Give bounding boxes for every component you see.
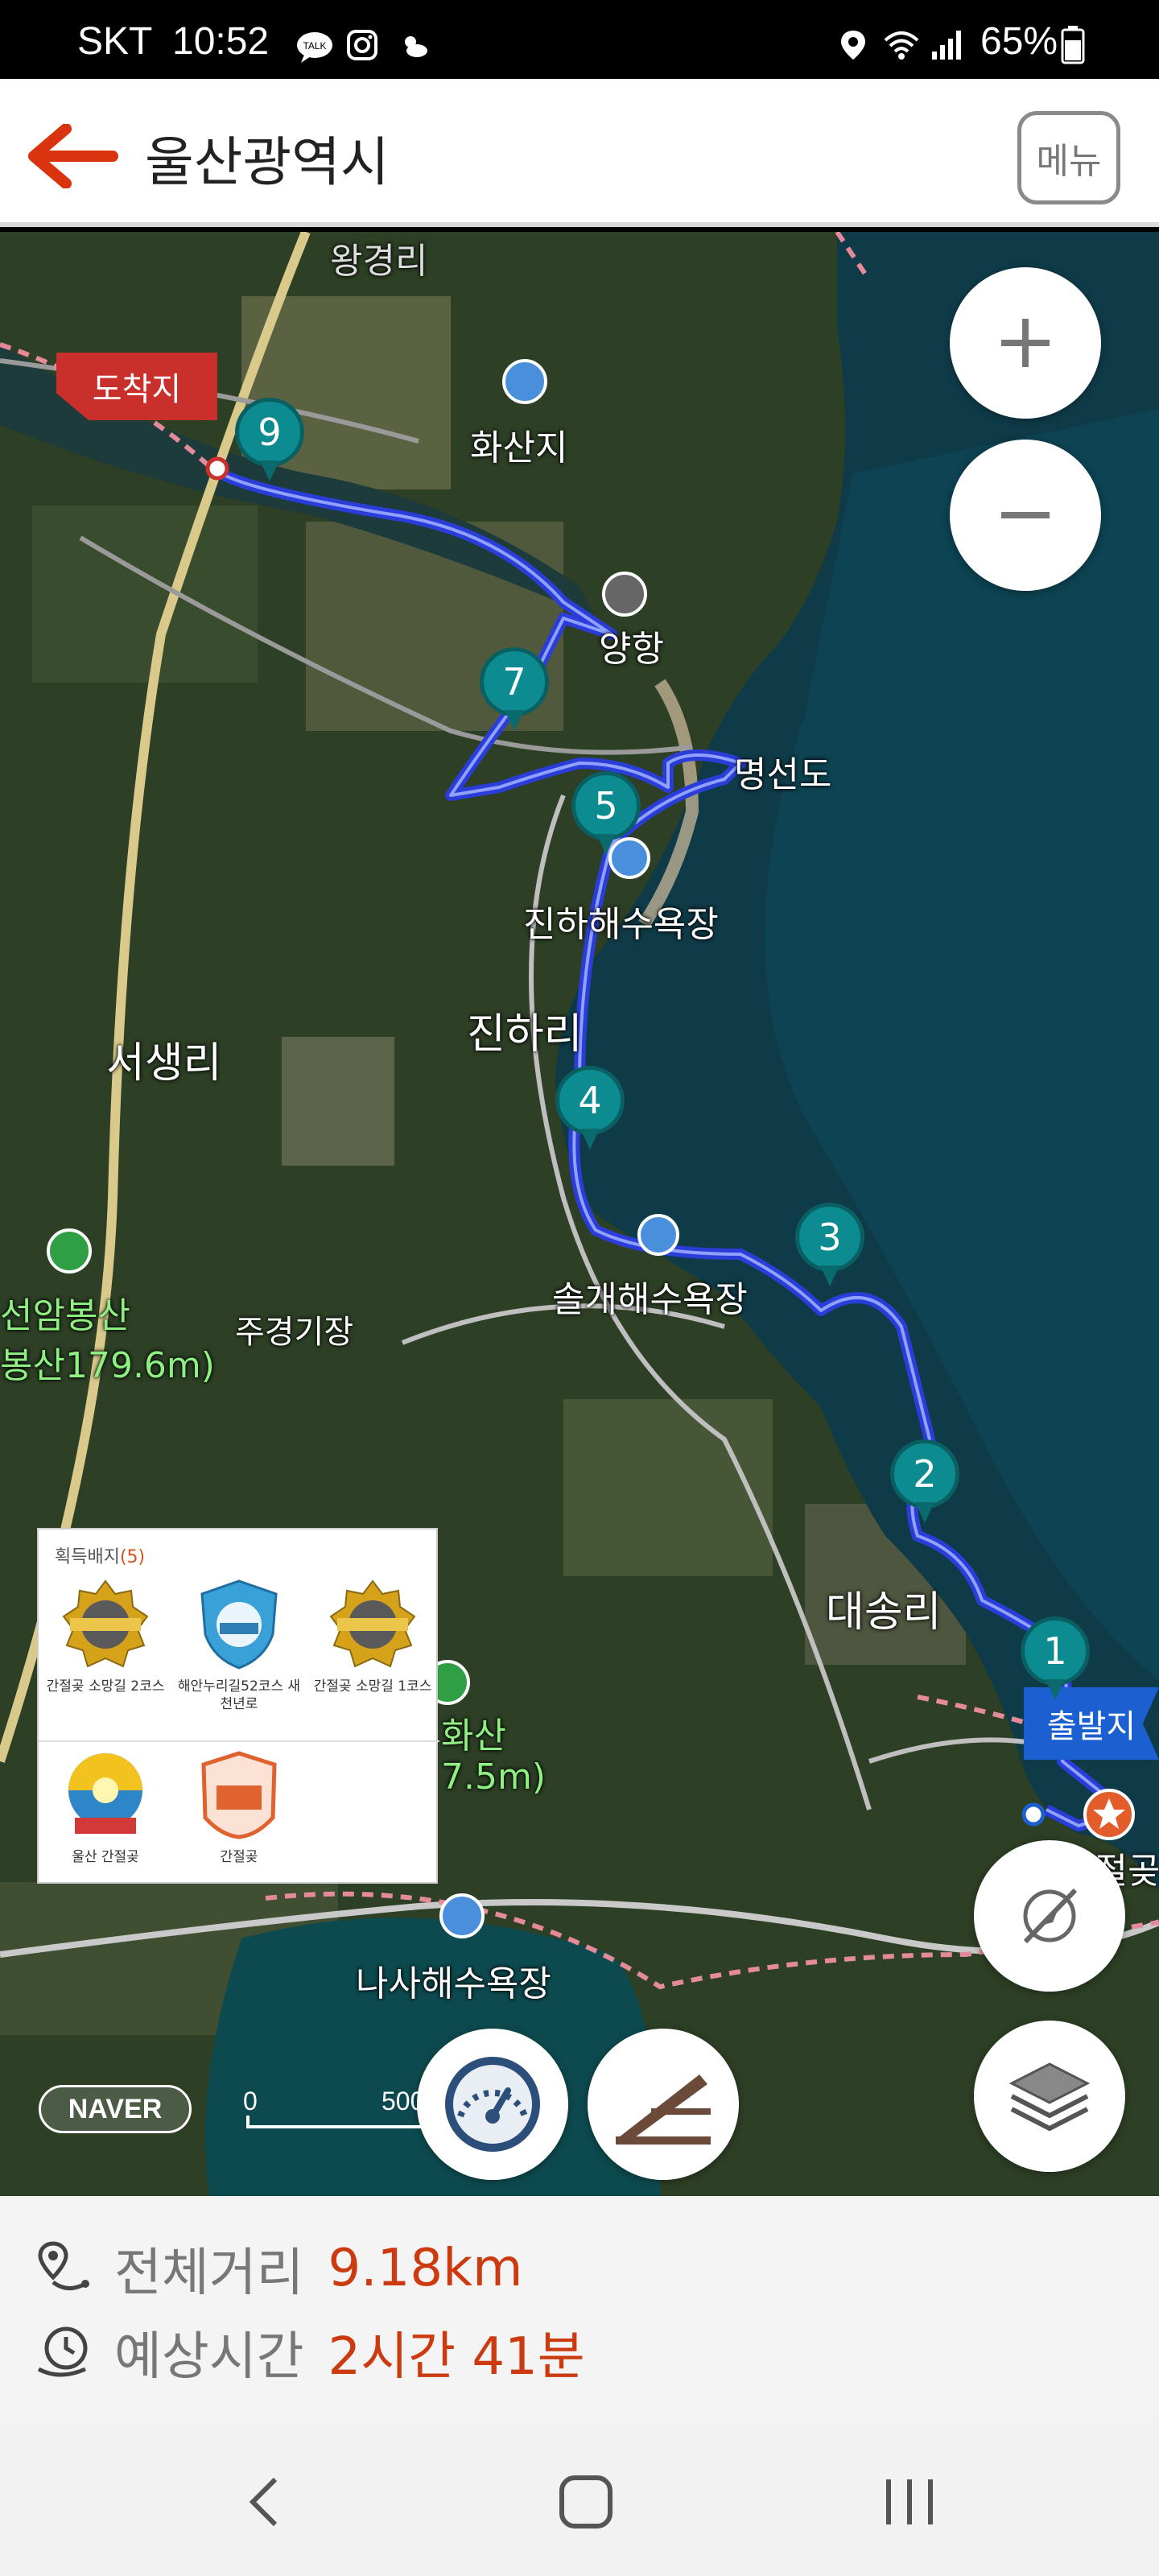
blue-shield-badge-icon [200,1579,278,1670]
badge-item[interactable]: 간절곶 소망길 1코스 [306,1578,439,1695]
sunrise-badge-icon [68,1753,142,1834]
map-label: 나사해수욕장 [356,1963,551,2004]
map-label: 7.5m) [441,1757,547,1798]
signal-icon [932,31,961,60]
map-scale: 0 500m [243,2087,446,2135]
map-label: 명선도 [734,754,832,795]
time-value: 2시간 41분 [328,2327,585,2387]
clock: 10:52 [172,20,270,63]
location-off-icon [1023,1888,1078,1944]
gold-badge-icon [329,1579,416,1668]
map-label: 진하리 [467,1010,583,1059]
map-label: 솔개해수욕장 [552,1279,748,1320]
badge-divider [39,1740,439,1742]
map-label: 봉산179.6m) [0,1345,215,1386]
location-icon [841,31,865,60]
map-label: 화산지 [470,427,568,469]
badge-item[interactable]: 간절곶 [172,1748,306,1866]
zoom-out-button[interactable] [950,440,1101,591]
orange-badge-icon [201,1751,277,1839]
layers-button[interactable] [974,2021,1125,2172]
weather-icon [405,36,427,57]
status-bar: SKT 10:52 TALK 65% [0,0,1159,79]
map-label: 주경기장 [235,1314,354,1351]
waypoint-marker[interactable]: 7 [480,647,549,736]
map-label: 진하해수욕장 [523,904,719,945]
waypoint-marker[interactable]: 5 [571,771,641,860]
badge-panel: 획득배지(5) 간절곶 소망길 2코스 해안누리길52코스 새천년로 간절곶 소… [37,1528,439,1884]
map-label: 서생리 [106,1039,222,1088]
distance-label: 전체거리 [114,2244,304,2303]
speedometer-icon [445,2057,540,2152]
badge-item[interactable]: 간절곶 소망길 2코스 [39,1578,172,1695]
battery-icon [1061,26,1085,64]
elevation-icon [616,2074,711,2145]
talk-icon: TALK [297,32,332,63]
waypoint-marker[interactable]: 2 [890,1439,959,1528]
menu-button[interactable]: 메뉴 [1017,111,1120,204]
route-distance-icon [38,2241,89,2290]
naver-attribution: NAVER [39,2085,192,2133]
map-label: 대송리 [826,1588,942,1637]
waypoint-marker[interactable]: 1 [1021,1616,1090,1705]
end-flag: 도착지 [56,353,217,420]
clock-icon [37,2326,88,2377]
distance-value: 9.18km [328,2239,523,2298]
map-label: 선암봉산 [0,1295,130,1336]
elevation-button[interactable] [588,2029,739,2180]
waypoint-marker[interactable]: 3 [795,1203,864,1291]
instagram-icon [347,30,377,60]
map-label: 화산 [441,1715,506,1757]
route-info-panel: 전체거리 9.18km 예상시간 2시간 41분 [0,2196,1159,2418]
distance-row: 전체거리 9.18km [35,2236,523,2303]
time-row: 예상시간 2시간 41분 [35,2320,585,2387]
badge-item[interactable]: 해안누리길52코스 새천년로 [172,1578,306,1713]
back-arrow-icon[interactable] [26,124,119,188]
badge-panel-title: 획득배지(5) [55,1547,146,1567]
time-label: 예상시간 [114,2327,304,2387]
nav-back-icon[interactable] [233,2470,298,2534]
app-header: 울산광역시 메뉴 [0,79,1159,227]
system-nav-bar [0,2418,1159,2576]
plus-icon [1001,319,1050,367]
battery-percent: 65% [980,20,1058,63]
page-title: 울산광역시 [145,131,390,193]
svg-text:TALK: TALK [303,40,326,52]
waypoint-marker[interactable]: 4 [555,1066,625,1154]
map-view[interactable]: 왕경리 화산지 양항 명선도 진하해수욕장 진하리 서생리 선암봉산 봉산179… [0,232,1159,2196]
nav-home-icon[interactable] [554,2470,618,2534]
zoom-in-button[interactable] [950,267,1101,419]
badge-item[interactable]: 울산 간절곶 [39,1748,172,1866]
carrier-label: SKT [77,20,153,63]
map-label: 양항 [599,629,664,670]
gold-badge-icon [62,1579,149,1668]
location-toggle-button[interactable] [974,1840,1125,1992]
wifi-icon [884,31,919,60]
nav-recents-icon[interactable] [877,2470,942,2534]
waypoint-marker[interactable]: 9 [235,398,304,486]
map-label: 왕경리 [330,241,428,282]
layers-icon [1008,2062,1091,2132]
minus-icon [1001,512,1050,518]
